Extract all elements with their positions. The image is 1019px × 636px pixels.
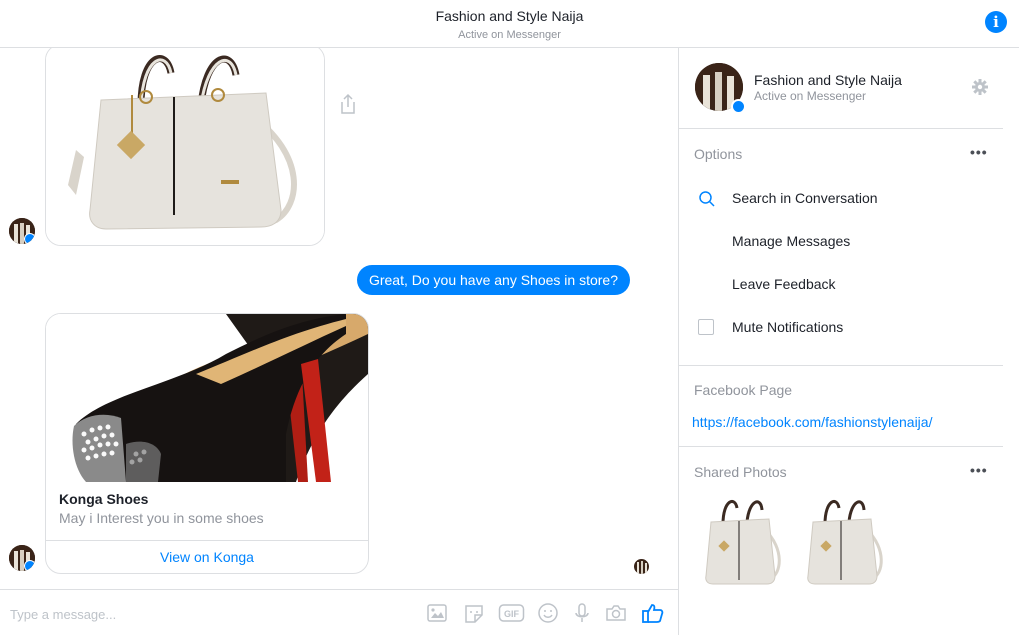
conversation-status: Active on Messenger	[458, 29, 561, 41]
conversation-details-panel: Fashion and Style Naija Active on Messen…	[678, 48, 1019, 635]
seen-avatar	[634, 559, 649, 574]
microphone-icon[interactable]	[570, 602, 594, 624]
message-composer: GIF	[0, 589, 678, 636]
sticker-icon[interactable]	[462, 602, 486, 624]
option-label: Manage Messages	[732, 233, 851, 249]
shared-photo-thumbnail[interactable]	[797, 494, 887, 588]
section-divider	[679, 128, 1003, 129]
page-name: Fashion and Style Naija	[754, 72, 902, 88]
shared-photos-more-icon[interactable]: •••	[970, 462, 988, 478]
product-title: Konga Shoes	[59, 491, 149, 507]
camera-icon[interactable]	[604, 602, 628, 624]
option-label: Leave Feedback	[732, 276, 836, 292]
emoji-icon[interactable]	[536, 602, 560, 624]
handbag-thumbnail-image	[705, 499, 781, 585]
mute-checkbox[interactable]	[698, 319, 714, 335]
mute-notifications-option[interactable]: Mute Notifications	[694, 310, 994, 346]
messenger-badge-icon	[24, 560, 35, 571]
search-in-conversation-option[interactable]: Search in Conversation	[694, 181, 994, 217]
product-card[interactable]: Konga Shoes May i Interest you in some s…	[45, 313, 369, 574]
manage-messages-option[interactable]: Manage Messages	[694, 224, 994, 260]
shared-photos-label: Shared Photos	[694, 464, 787, 480]
photo-icon[interactable]	[425, 602, 449, 624]
search-icon	[699, 191, 715, 207]
page-avatar[interactable]	[9, 218, 35, 244]
leave-feedback-option[interactable]: Leave Feedback	[694, 267, 994, 303]
outgoing-message[interactable]: Great, Do you have any Shoes in store?	[356, 265, 630, 295]
option-label: Mute Notifications	[732, 319, 844, 335]
handbag-image-message[interactable]	[45, 48, 325, 246]
view-on-konga-button[interactable]: View on Konga	[46, 541, 368, 573]
shoe-image	[46, 314, 368, 482]
conversation-title: Fashion and Style Naija	[435, 8, 584, 24]
options-label: Options	[694, 146, 743, 162]
message-list[interactable]: Great, Do you have any Shoes in store? K…	[0, 48, 678, 589]
message-input[interactable]	[8, 603, 412, 625]
info-icon[interactable]: i	[985, 11, 1007, 33]
gif-label: GIF	[504, 609, 520, 619]
product-subtitle: May i Interest you in some shoes	[59, 510, 264, 526]
share-icon[interactable]	[338, 92, 358, 116]
handbag-image	[46, 48, 324, 245]
handbag-thumbnail-image	[807, 499, 883, 585]
shared-photo-thumbnail[interactable]	[695, 494, 785, 588]
facebook-page-label: Facebook Page	[694, 382, 793, 398]
option-label: Search in Conversation	[732, 190, 878, 206]
like-icon[interactable]	[641, 602, 665, 624]
section-divider	[679, 446, 1003, 447]
gif-icon[interactable]: GIF	[498, 602, 525, 624]
page-status: Active on Messenger	[754, 89, 867, 103]
page-avatar[interactable]	[9, 545, 35, 571]
messenger-badge-icon	[24, 233, 35, 244]
facebook-page-link[interactable]: https://facebook.com/fashionstylenaija/	[692, 414, 932, 430]
gear-icon[interactable]	[971, 78, 989, 96]
section-divider	[679, 365, 1003, 366]
messenger-badge-icon	[731, 99, 746, 114]
options-more-icon[interactable]: •••	[970, 144, 988, 160]
conversation-header: Fashion and Style Naija Active on Messen…	[0, 0, 1019, 48]
